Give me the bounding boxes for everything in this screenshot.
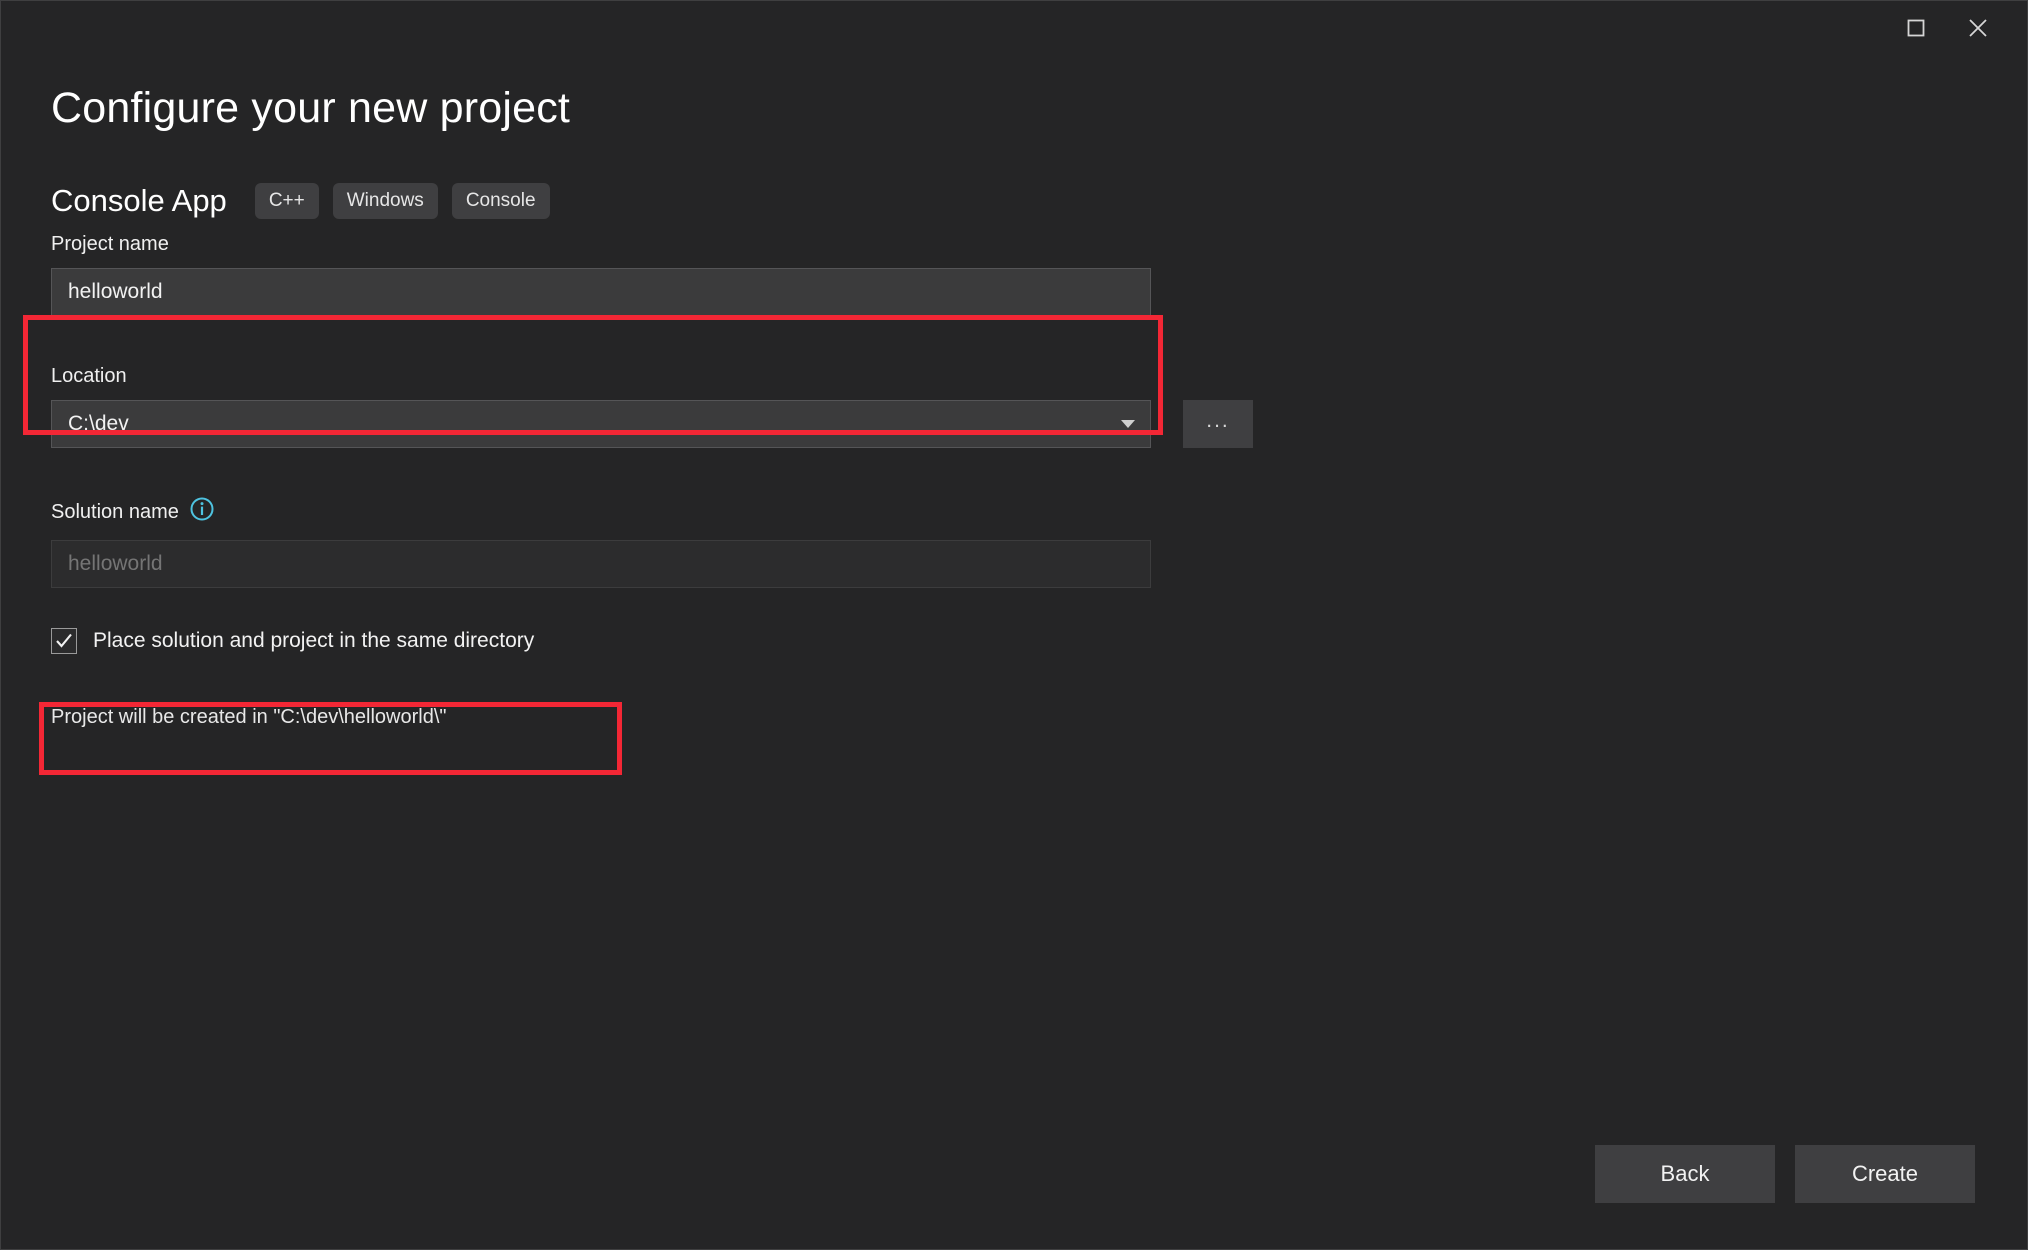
maximize-button[interactable]: [1885, 7, 1947, 49]
location-input[interactable]: [51, 400, 1151, 449]
info-icon[interactable]: [189, 496, 215, 528]
tag-project-type: Console: [451, 183, 550, 220]
project-name-field-group: Project name: [51, 232, 1977, 317]
solution-name-field-group: Solution name: [51, 496, 1977, 589]
configure-project-dialog: Configure your new project Console App C…: [0, 0, 2028, 1250]
template-name: Console App: [51, 183, 227, 219]
dialog-footer: Back Create: [1, 1099, 2027, 1249]
project-form: Project name Location: [51, 232, 1977, 729]
project-path-status-text: Project will be created in "C:\dev\hello…: [51, 706, 447, 729]
project-name-input[interactable]: [51, 268, 1151, 317]
template-summary: Console App C++ Windows Console: [51, 180, 1977, 222]
checkmark-icon: [56, 634, 72, 648]
solution-name-label: Solution name: [51, 496, 1977, 528]
browse-location-button[interactable]: ...: [1183, 400, 1253, 449]
tag-language: C++: [254, 183, 319, 220]
title-bar: [1, 1, 2027, 65]
tag-platform: Windows: [332, 183, 438, 220]
same-directory-checkbox[interactable]: [51, 628, 77, 655]
location-label: Location: [51, 365, 127, 388]
solution-name-label-text: Solution name: [51, 501, 179, 524]
location-field-group: Location ...: [51, 364, 1977, 449]
close-icon: [1965, 15, 1991, 41]
project-name-label: Project name: [51, 233, 169, 256]
same-directory-checkbox-label: Place solution and project in the same d…: [93, 629, 535, 653]
dialog-content: Configure your new project Console App C…: [1, 65, 2027, 1099]
same-directory-checkbox-row[interactable]: Place solution and project in the same d…: [51, 628, 1977, 655]
create-button[interactable]: Create: [1795, 1145, 1975, 1203]
location-combobox[interactable]: [51, 400, 1151, 449]
solution-name-input: [51, 540, 1151, 589]
maximize-icon: [1905, 17, 1927, 39]
back-button[interactable]: Back: [1595, 1145, 1775, 1203]
page-title: Configure your new project: [51, 84, 571, 132]
close-button[interactable]: [1947, 7, 2009, 49]
